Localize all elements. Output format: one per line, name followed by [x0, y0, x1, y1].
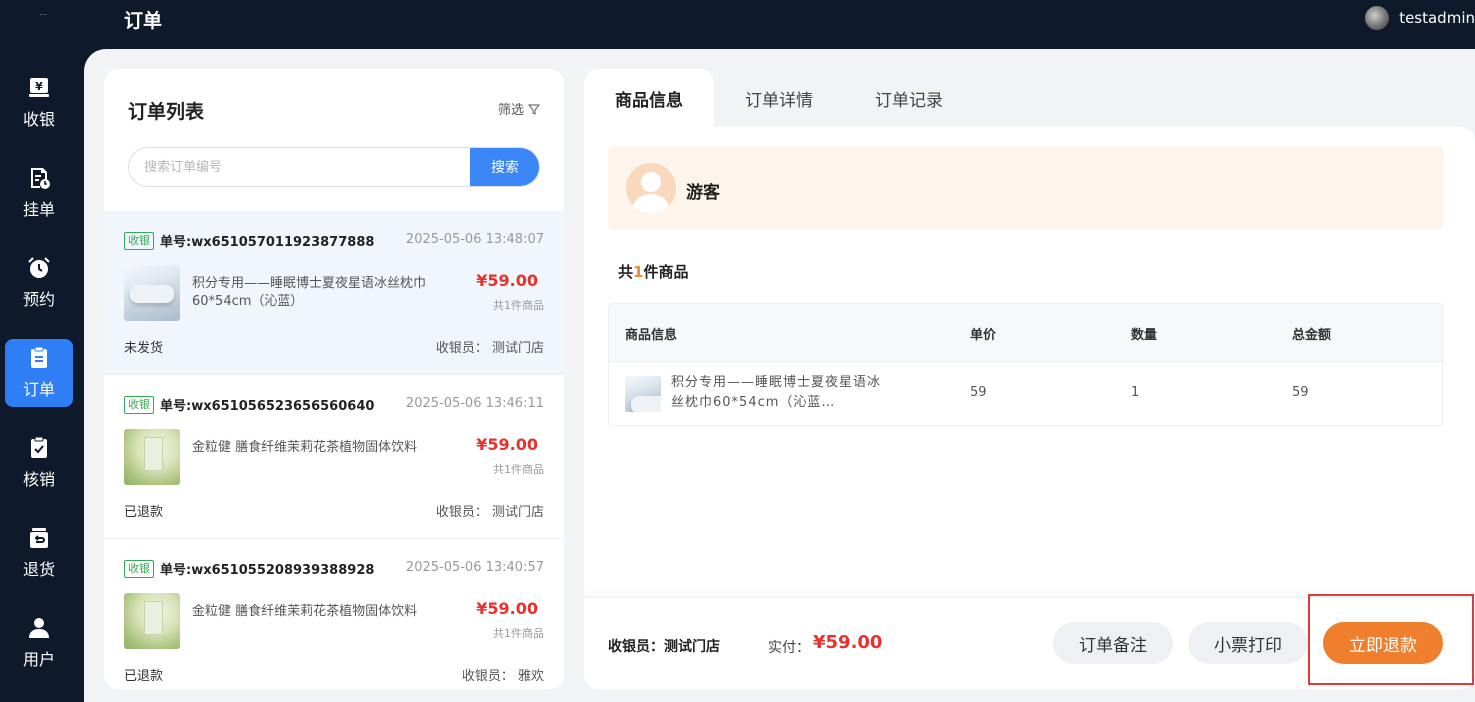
goods-table: 商品信息 单价 数量 总金额 积分专用——睡眠博士夏夜星语冰丝枕巾60*54cm…	[608, 303, 1443, 426]
order-number: 单号:wx651055208939388928	[160, 563, 375, 578]
user-icon	[27, 616, 51, 640]
order-price: ¥59.00	[476, 271, 538, 290]
hold-order-icon	[27, 166, 51, 190]
filter-funnel-icon	[528, 104, 540, 115]
order-source-badge: 收银	[124, 560, 154, 578]
main-content: 订单列表 筛选 搜索 收银 单号:wx651057011923877888 20…	[84, 49, 1475, 702]
order-price: ¥59.00	[476, 599, 538, 618]
yen-register-icon: ¥	[27, 76, 51, 100]
order-time: 2025-05-06 13:46:11	[405, 396, 544, 411]
tab-product-info[interactable]: 商品信息	[584, 69, 714, 127]
user-avatar[interactable]	[1365, 6, 1390, 30]
user-menu[interactable]: testadmin	[1365, 6, 1475, 30]
sidebar-item-orders[interactable]: 订单	[5, 339, 73, 407]
order-card[interactable]: 收银 单号:wx651056523656560640 2025-05-06 13…	[104, 375, 564, 539]
search-bar: 搜索	[128, 147, 540, 187]
order-cashier: 收银员： 测试门店	[435, 505, 544, 520]
order-status: 未发货	[124, 341, 164, 356]
page-title: 订单	[124, 10, 163, 32]
refund-now-button[interactable]: 立即退款	[1323, 622, 1443, 664]
order-card[interactable]: 收银 单号:wx651055208939388928 2025-05-06 13…	[104, 539, 564, 689]
product-thumbnail	[625, 376, 661, 412]
sidebar-item-verify[interactable]: 核销	[5, 429, 73, 497]
order-time: 2025-05-06 13:40:57	[405, 560, 544, 575]
order-item-count: 共1件商品	[493, 627, 544, 640]
search-button[interactable]: 搜索	[470, 148, 539, 186]
sidebar-item-user[interactable]: 用户	[5, 609, 73, 677]
order-card[interactable]: 收银 单号:wx651057011923877888 2025-05-06 13…	[104, 211, 564, 375]
customer-avatar-icon	[626, 163, 676, 213]
order-cashier: 收银员： 测试门店	[435, 341, 544, 356]
return-icon	[27, 526, 51, 550]
total-amount: 59	[1292, 385, 1309, 400]
detail-body: 游客 共1件商品 商品信息 单价 数量 总金额 积分专用——睡眠博士夏夜星语冰丝…	[584, 127, 1475, 689]
order-source-badge: 收银	[124, 396, 154, 414]
product-thumbnail	[124, 429, 180, 485]
tab-order-log[interactable]: 订单记录	[844, 69, 974, 127]
sidebar-item-hold[interactable]: 挂单	[5, 159, 73, 227]
column-header: 数量	[1131, 328, 1158, 343]
quantity: 1	[1131, 385, 1140, 400]
order-time: 2025-05-06 13:48:07	[405, 232, 544, 247]
goods-count: 共1件商品	[618, 263, 689, 281]
paid-amount: ¥59.00	[813, 632, 883, 653]
top-bar: … 订单 testadmin	[0, 0, 1475, 49]
order-item-count: 共1件商品	[493, 463, 544, 476]
order-price: ¥59.00	[476, 435, 538, 454]
order-cashier: 收银员： 雅欢	[461, 669, 544, 684]
column-header: 商品信息	[625, 328, 678, 343]
order-status: 已退款	[124, 669, 164, 684]
column-header: 总金额	[1292, 328, 1332, 343]
product-name: 金粒健 膳食纤维茉莉花茶植物固体饮料	[192, 604, 418, 619]
order-list-title: 订单列表	[128, 101, 205, 123]
order-number: 单号:wx651056523656560640	[160, 399, 375, 414]
filter-button[interactable]: 筛选	[498, 99, 540, 118]
order-detail-panel: 商品信息 订单详情 订单记录 游客 共1件商品 商品信息 单价 数量 总金额 积…	[584, 69, 1475, 689]
clipboard-icon	[27, 346, 51, 370]
paid-label: 实付：	[768, 640, 810, 656]
customer-card: 游客	[608, 146, 1443, 230]
product-name: 金粒健 膳食纤维茉莉花茶植物固体饮料	[192, 440, 418, 455]
detail-footer: 收银员：测试门店 实付： ¥59.00 订单备注 小票打印 立即退款	[584, 597, 1475, 689]
order-item-count: 共1件商品	[493, 299, 544, 312]
unit-price: 59	[970, 385, 987, 400]
username: testadmin	[1399, 9, 1475, 27]
sidebar-item-return[interactable]: 退货	[5, 519, 73, 587]
product-name: 积分专用——睡眠博士夏夜星语冰丝枕巾60*54cm（沁蓝…	[671, 375, 882, 410]
footer-cashier: 收银员：测试门店	[608, 639, 720, 655]
order-number: 单号:wx651057011923877888	[160, 235, 375, 250]
column-header: 单价	[970, 328, 997, 343]
tab-order-detail[interactable]: 订单详情	[714, 69, 844, 127]
detail-tabs: 商品信息 订单详情 订单记录	[584, 69, 1475, 127]
product-thumbnail	[124, 265, 180, 321]
check-clipboard-icon	[27, 436, 51, 460]
order-status: 已退款	[124, 505, 164, 520]
sidebar-item-cashier[interactable]: ¥ 收银	[5, 69, 73, 137]
product-name: 积分专用——睡眠博士夏夜星语冰丝枕巾60*54cm（沁蓝）	[192, 276, 427, 309]
table-row: 积分专用——睡眠博士夏夜星语冰丝枕巾60*54cm（沁蓝… 59 1 59	[609, 362, 1442, 425]
print-receipt-button[interactable]: 小票打印	[1188, 622, 1308, 664]
sidebar: ¥ 收银 挂单 预约 订单 核销 退货 用户	[0, 49, 84, 702]
product-thumbnail	[124, 593, 180, 649]
order-source-badge: 收银	[124, 232, 154, 250]
table-header: 商品信息 单价 数量 总金额	[609, 304, 1442, 362]
app-logo: …	[39, 8, 47, 17]
sidebar-item-booking[interactable]: 预约	[5, 249, 73, 317]
order-search-input[interactable]	[129, 148, 470, 186]
customer-name: 游客	[686, 183, 720, 203]
svg-text:¥: ¥	[35, 80, 43, 93]
order-list-panel: 订单列表 筛选 搜索 收银 单号:wx651057011923877888 20…	[104, 69, 564, 689]
alarm-clock-icon	[27, 256, 51, 280]
order-note-button[interactable]: 订单备注	[1053, 622, 1173, 664]
